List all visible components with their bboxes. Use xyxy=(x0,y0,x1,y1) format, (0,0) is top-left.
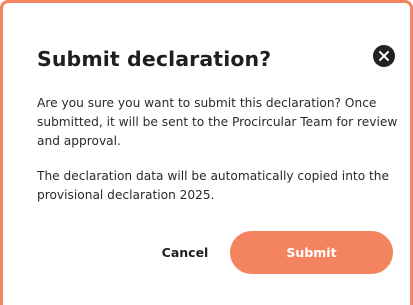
confirmation-message: Are you sure you want to submit this dec… xyxy=(37,96,398,148)
close-icon xyxy=(379,51,389,61)
submit-declaration-dialog: Submit declaration? Are you sure you wan… xyxy=(0,0,413,305)
dialog-title: Submit declaration? xyxy=(37,47,272,71)
copy-info-message: The declaration data will be automatical… xyxy=(37,169,390,202)
close-button[interactable] xyxy=(373,45,395,67)
submit-button[interactable]: Submit xyxy=(230,231,393,274)
cancel-button[interactable]: Cancel xyxy=(151,233,219,273)
